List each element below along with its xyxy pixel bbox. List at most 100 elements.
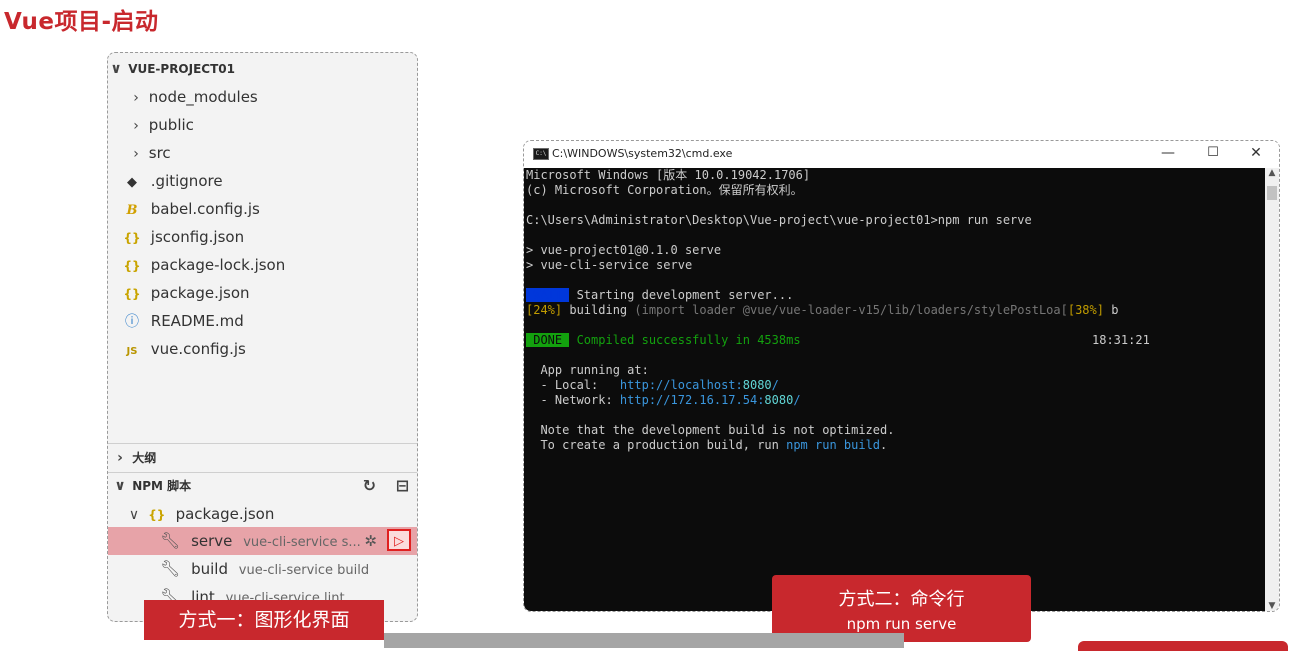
collapse-all-icon[interactable]: ⊟	[396, 476, 409, 495]
script-serve[interactable]: 🔧︎ serve vue-cli-service s... ✲ ▷	[108, 527, 417, 555]
scroll-up-icon[interactable]: ▲	[1265, 168, 1279, 178]
progress-percent: [24%]	[526, 303, 563, 317]
script-command: vue-cli-service s...	[243, 535, 361, 550]
vscode-explorer-panel: ∨ VUE-PROJECT01 › node_modules › public …	[107, 52, 418, 622]
console-scrollbar[interactable]: ▲ ▼	[1265, 168, 1279, 611]
scroll-thumb[interactable]	[1267, 186, 1277, 200]
run-script-button[interactable]: ▷	[387, 529, 411, 551]
progress-percent: [38%]	[1067, 303, 1104, 317]
script-name: serve	[191, 532, 233, 550]
tree-item-label: babel.config.js	[150, 200, 260, 218]
folder-public[interactable]: › public	[108, 111, 417, 139]
chevron-right-icon: ›	[117, 450, 123, 466]
wrench-icon: 🔧︎	[160, 531, 181, 550]
outline-label: 大纲	[132, 451, 157, 465]
maximize-button[interactable]: ☐	[1193, 141, 1233, 165]
console-line: C:\Users\Administrator\Desktop\Vue-proje…	[526, 213, 1032, 227]
js-icon: JS	[126, 346, 138, 357]
file-vue-config[interactable]: JS vue.config.js	[108, 335, 417, 363]
console-line: [24%] building (import loader @vue/vue-l…	[526, 303, 1118, 318]
json-icon: {}	[148, 508, 166, 522]
npm-scripts-header[interactable]: ∨ NPM 脚本 ↻ ⊟	[108, 472, 417, 500]
build-command: npm run build	[786, 438, 881, 452]
tree-item-label: README.md	[150, 312, 244, 330]
window-title: C:\WINDOWS\system32\cmd.exe	[552, 147, 733, 160]
console-line: WAIT Starting development server...	[526, 288, 793, 303]
network-port: 8080	[764, 393, 794, 407]
tree-item-label: jsconfig.json	[150, 228, 245, 246]
window-titlebar[interactable]: C:\ C:\WINDOWS\system32\cmd.exe — ☐ ✕	[524, 141, 1279, 168]
console-text: /	[771, 378, 779, 392]
console-line: - Local: http://localhost:8080/	[526, 378, 779, 393]
debug-icon[interactable]: ✲	[364, 527, 377, 555]
method-one-label: 方式一：图形化界面	[144, 600, 384, 640]
tree-item-label: public	[148, 116, 194, 134]
info-icon: ⓘ	[125, 314, 139, 330]
chevron-right-icon: ›	[133, 146, 139, 162]
local-url: http://localhost:	[619, 378, 743, 392]
page-title: Vue项目-启动	[4, 9, 159, 35]
refresh-icon[interactable]: ↻	[363, 476, 376, 495]
cmd-app-icon: C:\	[533, 148, 549, 160]
json-icon: {}	[123, 287, 141, 301]
console-text: Starting development server...	[569, 288, 794, 302]
outline-section-header[interactable]: › 大纲	[108, 444, 417, 472]
console-text: - Local:	[526, 378, 620, 392]
method-two-label: 方式二：命令行 npm run serve	[772, 575, 1031, 642]
tree-item-label: package-lock.json	[150, 256, 286, 274]
close-button[interactable]: ✕	[1236, 141, 1276, 165]
file-babel-config[interactable]: B babel.config.js	[108, 195, 417, 223]
json-icon: {}	[123, 231, 141, 245]
console-text: (import loader @vue/vue-loader-v15/lib/l…	[634, 303, 1068, 317]
npm-section-label: NPM 脚本	[132, 479, 192, 493]
tree-item-label: src	[148, 144, 171, 162]
method-two-command: npm run serve	[846, 615, 957, 633]
local-port: 8080	[742, 378, 772, 392]
console-line: Microsoft Windows [版本 10.0.19042.1706]	[526, 168, 811, 182]
file-gitignore[interactable]: ◆ .gitignore	[108, 167, 417, 195]
console-output[interactable]: Microsoft Windows [版本 10.0.19042.1706] (…	[524, 168, 1265, 611]
console-line: Note that the development build is not o…	[526, 423, 895, 437]
bottom-gray-bar	[384, 633, 904, 648]
tree-item-label: .gitignore	[150, 172, 223, 190]
chevron-down-icon: ∨	[110, 61, 122, 77]
console-text: .	[880, 438, 888, 452]
folder-node-modules[interactable]: › node_modules	[108, 83, 417, 111]
chevron-right-icon: ›	[133, 118, 139, 134]
json-icon: {}	[123, 259, 141, 273]
minimize-button[interactable]: —	[1148, 141, 1188, 165]
tree-item-label: vue.config.js	[150, 340, 246, 358]
npm-package-node[interactable]: ∨ {} package.json	[108, 500, 417, 528]
tree-item-label: node_modules	[148, 88, 258, 106]
tree-item-label: package.json	[150, 284, 250, 302]
console-line: > vue-project01@0.1.0 serve	[526, 243, 722, 257]
console-text: building	[562, 303, 635, 317]
script-build[interactable]: 🔧︎ build vue-cli-service build	[108, 555, 417, 583]
file-readme[interactable]: ⓘ README.md	[108, 307, 417, 335]
project-name: VUE-PROJECT01	[128, 62, 235, 76]
chevron-right-icon: ›	[133, 90, 139, 106]
folder-src[interactable]: › src	[108, 139, 417, 167]
npm-package-label: package.json	[175, 505, 275, 523]
network-url: http://172.16.17.54:	[619, 393, 765, 407]
method-two-title: 方式二：命令行	[838, 589, 965, 610]
console-text: b	[1103, 303, 1119, 317]
console-line: To create a production build, run npm ru…	[526, 438, 887, 453]
file-package-lock[interactable]: {} package-lock.json	[108, 251, 417, 279]
console-line: DONE Compiled successfully in 4538ms	[526, 333, 801, 348]
console-text: To create a production build, run	[526, 438, 787, 452]
file-package-json[interactable]: {} package.json	[108, 279, 417, 307]
done-badge: DONE	[526, 333, 570, 347]
scroll-down-icon[interactable]: ▼	[1265, 601, 1279, 611]
chevron-down-icon: ∨	[128, 507, 140, 523]
console-line: > vue-cli-service serve	[526, 258, 693, 272]
console-text: /	[793, 393, 801, 407]
chevron-down-icon: ∨	[114, 478, 126, 494]
file-jsconfig[interactable]: {} jsconfig.json	[108, 223, 417, 251]
console-text: Compiled successfully in 4538ms	[569, 333, 801, 347]
script-command: vue-cli-service build	[238, 563, 370, 578]
project-root-header[interactable]: ∨ VUE-PROJECT01	[108, 55, 417, 83]
console-line: App running at:	[526, 363, 649, 377]
cmd-window: C:\ C:\WINDOWS\system32\cmd.exe — ☐ ✕ Mi…	[523, 140, 1280, 612]
wrench-icon: 🔧︎	[160, 559, 181, 578]
